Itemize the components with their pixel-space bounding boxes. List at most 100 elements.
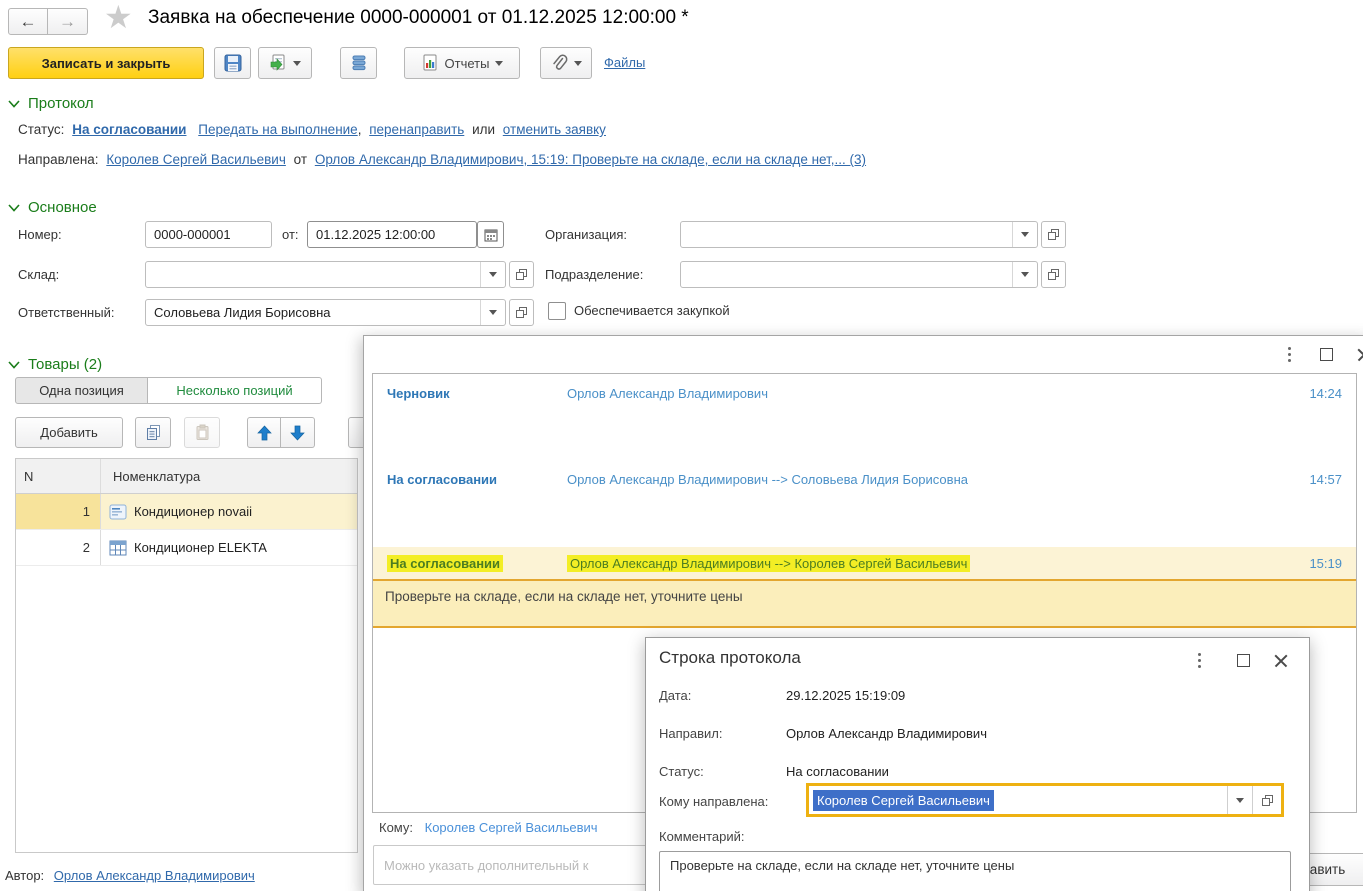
- directed-from-link[interactable]: Орлов Александр Владимирович, 15:19: Про…: [315, 152, 866, 167]
- open-form-icon: [1261, 794, 1274, 807]
- reports-button-label: Отчеты: [445, 56, 490, 71]
- goods-table[interactable]: N Номенклатура 1 Кондиционер novaii 2 Ко…: [15, 458, 358, 853]
- komu-line: Кому: Королев Сергей Васильевич: [379, 820, 598, 835]
- dialog-maximize-icon[interactable]: [1237, 654, 1250, 667]
- division-label: Подразделение:: [545, 267, 643, 282]
- warehouse-field[interactable]: [145, 261, 506, 288]
- dropdown-caret-icon: [1236, 798, 1244, 803]
- responsible-open-button[interactable]: [509, 299, 534, 326]
- create-based-on-button[interactable]: [258, 47, 312, 79]
- purchase-checkbox-label: Обеспечивается закупкой: [574, 303, 730, 318]
- dialog-to-field[interactable]: Королев Сергей Васильевич: [806, 783, 1284, 817]
- move-up-button[interactable]: [247, 417, 281, 448]
- protocol-section-header[interactable]: Протокол: [8, 95, 94, 112]
- window-maximize-icon[interactable]: [1320, 348, 1333, 361]
- table-item-icon: [109, 540, 127, 556]
- cancel-request-link[interactable]: отменить заявку: [503, 122, 606, 137]
- open-form-icon: [515, 268, 528, 281]
- list-item[interactable]: Черновик Орлов Александр Владимирович 14…: [373, 374, 1356, 460]
- back-arrow-icon: ←: [20, 12, 37, 32]
- number-field[interactable]: 0000-000001: [145, 221, 272, 248]
- copy-icon: [145, 424, 162, 441]
- division-open-button[interactable]: [1041, 261, 1066, 288]
- from-text: от: [294, 152, 307, 167]
- komu-value-link[interactable]: Королев Сергей Васильевич: [425, 820, 598, 835]
- dropdown-caret-icon: [489, 310, 497, 315]
- back-button[interactable]: ←: [8, 8, 48, 35]
- responsible-field[interactable]: Соловьева Лидия Борисовна: [145, 299, 506, 326]
- directed-to-link[interactable]: Королев Сергей Васильевич: [106, 152, 286, 167]
- report-chart-icon: [421, 54, 439, 72]
- entry-time: 14:24: [1309, 386, 1342, 401]
- warehouse-value: [146, 262, 480, 287]
- warehouse-open-button[interactable]: [509, 261, 534, 288]
- main-section-label: Основное: [28, 199, 97, 216]
- save-button[interactable]: [214, 47, 251, 79]
- dialog-menu-icon[interactable]: [1198, 653, 1201, 668]
- dropdown-caret-icon: [293, 61, 301, 66]
- send-to-execution-link[interactable]: Передать на выполнение: [198, 122, 357, 137]
- table-row[interactable]: 1 Кондиционер novaii: [16, 494, 357, 530]
- responsible-label: Ответственный:: [18, 305, 114, 320]
- list-item-selected[interactable]: На согласовании Орлов Александр Владимир…: [373, 547, 1356, 579]
- tab-one-position[interactable]: Одна позиция: [15, 377, 148, 404]
- forward-button[interactable]: →: [48, 8, 88, 35]
- dialog-to-open-button[interactable]: [1252, 786, 1281, 814]
- comma-text: ,: [358, 122, 362, 137]
- copy-row-button[interactable]: [135, 417, 171, 448]
- row-name: Кондиционер ELEKTA: [134, 540, 267, 555]
- division-dropdown-button[interactable]: [1012, 262, 1037, 287]
- move-down-button[interactable]: [281, 417, 315, 448]
- date-value: 01.12.2025 12:00:00: [308, 222, 476, 247]
- register-records-button[interactable]: [340, 47, 377, 79]
- responsible-dropdown-button[interactable]: [480, 300, 505, 325]
- dialog-to-dropdown-button[interactable]: [1227, 786, 1252, 814]
- entry-status: На согласовании: [387, 472, 567, 487]
- files-link[interactable]: Файлы: [604, 55, 645, 70]
- date-field[interactable]: 01.12.2025 12:00:00: [307, 221, 477, 248]
- forward-arrow-icon: →: [59, 12, 76, 32]
- entry-route: Орлов Александр Владимирович --> Соловье…: [567, 472, 968, 487]
- table-row[interactable]: 2 Кондиционер ELEKTA: [16, 530, 357, 566]
- dialog-sender-value: Орлов Александр Владимирович: [786, 726, 987, 741]
- dialog-status-label: Статус:: [659, 764, 704, 779]
- calendar-button[interactable]: [477, 221, 504, 248]
- column-header-nomenclature[interactable]: Номенклатура: [101, 469, 200, 484]
- number-value: 0000-000001: [146, 222, 271, 247]
- add-row-button[interactable]: Добавить: [15, 417, 123, 448]
- dropdown-caret-icon: [489, 272, 497, 277]
- directed-line: Направлена: Королев Сергей Васильевич от…: [18, 152, 866, 167]
- paste-row-button[interactable]: [184, 417, 220, 448]
- division-field[interactable]: [680, 261, 1038, 288]
- list-item[interactable]: На согласовании Орлов Александр Владимир…: [373, 460, 1356, 547]
- warehouse-dropdown-button[interactable]: [480, 262, 505, 287]
- organization-open-button[interactable]: [1041, 221, 1066, 248]
- stack-icon: [351, 54, 367, 72]
- author-line: Автор: Орлов Александр Владимирович: [5, 868, 255, 883]
- dialog-close-icon[interactable]: [1274, 654, 1288, 668]
- author-link[interactable]: Орлов Александр Владимирович: [54, 868, 255, 883]
- column-header-n[interactable]: N: [16, 459, 101, 493]
- main-section-header[interactable]: Основное: [8, 199, 97, 216]
- attachments-button[interactable]: [540, 47, 592, 79]
- form-item-icon: [109, 504, 127, 520]
- protocol-section-label: Протокол: [28, 95, 94, 112]
- save-close-button[interactable]: Записать и закрыть: [8, 47, 204, 79]
- window-close-icon[interactable]: [1357, 348, 1363, 362]
- entry-status: Черновик: [387, 386, 567, 401]
- purchase-checkbox[interactable]: [548, 302, 566, 320]
- tab-many-positions[interactable]: Несколько позиций: [148, 377, 322, 404]
- status-value-link[interactable]: На согласовании: [72, 122, 186, 137]
- dialog-comment-textarea[interactable]: Проверьте на складе, если на складе нет,…: [659, 851, 1291, 891]
- arrow-up-icon: [257, 425, 272, 441]
- organization-field[interactable]: [680, 221, 1038, 248]
- dropdown-caret-icon: [1021, 272, 1029, 277]
- goods-section-header[interactable]: Товары (2): [8, 356, 102, 373]
- reports-button[interactable]: Отчеты: [404, 47, 520, 79]
- window-menu-icon[interactable]: [1288, 347, 1291, 362]
- redirect-link[interactable]: перенаправить: [369, 122, 464, 137]
- floppy-disk-icon: [224, 54, 242, 72]
- responsible-value: Соловьева Лидия Борисовна: [146, 300, 480, 325]
- favorite-star-icon[interactable]: ★: [104, 0, 133, 36]
- organization-dropdown-button[interactable]: [1012, 222, 1037, 247]
